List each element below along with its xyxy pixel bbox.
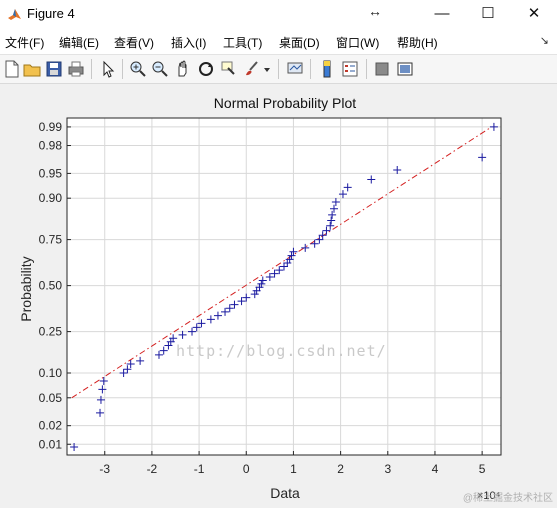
close-button[interactable]: ✕ [511,0,557,30]
menu-window[interactable]: 窗口(W) [336,34,379,51]
show-plot-tools-icon[interactable] [395,59,415,79]
toolbar-separator [122,59,123,79]
menu-bar: 文件(F) 编辑(E) 查看(V) 插入(I) 工具(T) 桌面(D) 窗口(W… [0,30,557,55]
menu-desktop[interactable]: 桌面(D) [279,34,320,51]
link-plot-icon[interactable] [285,59,305,79]
toolbar-separator [91,59,92,79]
title-bar: Figure 4 ↔ — ☐ ✕ [0,0,557,30]
menu-view[interactable]: 查看(V) [114,34,154,51]
maximize-button[interactable]: ☐ [465,0,511,30]
toolbar-separator [366,59,367,79]
zoom-out-icon[interactable] [150,59,170,79]
y-tick-label: 0.90 [39,191,63,205]
new-figure-icon[interactable] [2,59,22,79]
toolbar-separator [310,59,311,79]
dock-arrow-icon[interactable]: ↘ [540,34,549,47]
y-axis-label: Probability [18,256,34,321]
y-tick-label: 0.50 [39,279,63,293]
y-tick-label: 0.98 [39,139,63,153]
x-tick-label: -1 [194,462,205,476]
credit-text: @稀土掘金技术社区 [462,493,553,504]
watermark-text: http://blog.csdn.net/ [176,342,387,360]
print-icon[interactable] [66,59,86,79]
probability-plot[interactable]: -3 -2 -1 0 1 2 3 4 5 0.01 0.02 0.05 0.10 0.25 0.50 0.75… [0,84,557,508]
legend-icon[interactable] [340,59,360,79]
colorbar-icon[interactable] [317,59,337,79]
rotate-3d-icon[interactable] [196,59,216,79]
window-title: Figure 4 [27,6,75,21]
x-axis-label: Data [270,485,300,501]
y-tick-label: 0.05 [39,391,63,405]
x-tick-label: 0 [243,462,250,476]
x-tick-label: -3 [99,462,110,476]
minimize-button[interactable]: — [419,0,465,30]
open-file-icon[interactable] [22,59,42,79]
toolbar-separator [278,59,279,79]
x-tick-label: 4 [432,462,439,476]
data-cursor-icon[interactable] [219,59,239,79]
x-tick-label: 3 [384,462,391,476]
x-tick-label: 1 [290,462,297,476]
y-tick-label: 0.95 [39,166,63,180]
figure-canvas: -3 -2 -1 0 1 2 3 4 5 0.01 0.02 0.05 0.10 0.25 0.50 0.75… [0,84,557,508]
brush-dropdown-icon[interactable] [262,59,272,79]
y-tick-label: 0.99 [39,120,63,134]
matlab-logo-icon [8,9,21,20]
chart-title: Normal Probability Plot [214,95,356,111]
brush-icon[interactable] [242,59,262,79]
zoom-in-icon[interactable] [128,59,148,79]
x-tick-label: 5 [479,462,486,476]
menu-help[interactable]: 帮助(H) [397,34,438,51]
y-tick-label: 0.75 [39,233,63,247]
y-tick-label: 0.01 [39,437,63,451]
menu-tools[interactable]: 工具(T) [223,34,262,51]
y-tick-label: 0.02 [39,419,63,433]
x-tick-label: -2 [147,462,158,476]
y-tick-label: 0.25 [39,325,63,339]
menu-insert[interactable]: 插入(I) [171,34,206,51]
menu-edit[interactable]: 编辑(E) [59,34,99,51]
pointer-icon[interactable] [98,59,118,79]
figure-toolbar [0,55,557,84]
x-tick-label: 2 [337,462,344,476]
y-tick-label: 0.10 [39,366,63,380]
pan-hand-icon[interactable] [173,59,193,79]
hide-plot-tools-icon[interactable] [372,59,392,79]
resize-arrows-icon: ↔ [368,3,382,19]
save-icon[interactable] [44,59,64,79]
menu-file[interactable]: 文件(F) [5,34,44,51]
plot-area [67,118,501,455]
